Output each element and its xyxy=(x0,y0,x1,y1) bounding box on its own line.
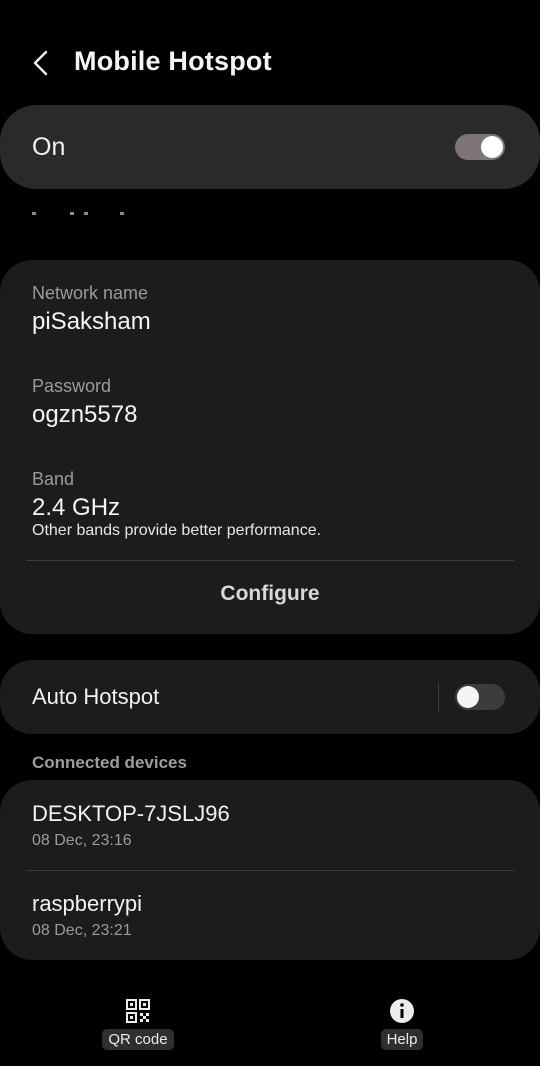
configure-button[interactable]: Configure xyxy=(0,566,540,626)
app-header: Mobile Hotspot xyxy=(0,34,540,94)
network-card: Network name piSaksham Password ogzn5578… xyxy=(0,260,540,634)
chevron-left-icon xyxy=(33,50,48,76)
back-button[interactable] xyxy=(22,44,62,84)
password-label: Password xyxy=(32,376,112,396)
device-name: raspberrypi xyxy=(32,891,143,916)
qr-code-icon xyxy=(126,999,150,1023)
auto-hotspot-toggle[interactable] xyxy=(455,684,505,710)
master-toggle[interactable] xyxy=(455,134,505,160)
device-name: DESKTOP-7JSLJ96 xyxy=(32,801,230,826)
qr-code-label: QR code xyxy=(102,1029,174,1050)
help-button[interactable]: Help xyxy=(378,998,426,1050)
band-label: Band xyxy=(32,469,75,489)
master-switch-row[interactable]: On xyxy=(0,105,540,189)
qr-code-button[interactable]: QR code xyxy=(100,998,176,1050)
device-timestamp: 08 Dec, 23:16 xyxy=(32,832,132,849)
network-name-label: Network name xyxy=(32,283,149,303)
info-circle-icon xyxy=(390,999,414,1023)
auto-hotspot-label: Auto Hotspot xyxy=(32,684,160,709)
connected-devices-card: DESKTOP-7JSLJ96 08 Dec, 23:16 raspberryp… xyxy=(0,780,540,960)
device-timestamp: 08 Dec, 23:21 xyxy=(32,922,132,939)
auto-hotspot-row[interactable]: Auto Hotspot xyxy=(0,660,540,734)
toggle-knob xyxy=(457,686,479,708)
band-value: 2.4 GHz xyxy=(32,494,121,521)
master-switch-label: On xyxy=(32,133,66,161)
page-title: Mobile Hotspot xyxy=(74,46,272,76)
connected-devices-header: Connected devices xyxy=(32,753,187,772)
band-hint: Other bands provide better performance. xyxy=(32,522,322,539)
toggle-knob xyxy=(481,136,503,158)
divider xyxy=(26,870,514,871)
network-name-value: piSaksham xyxy=(32,308,151,335)
password-value: ogzn5578 xyxy=(32,401,138,428)
divider xyxy=(26,560,514,561)
bottom-action-bar: QR code Help xyxy=(0,992,540,1066)
help-label: Help xyxy=(380,1029,424,1050)
scrolled-text-fragment xyxy=(32,200,232,216)
screen: Mobile Hotspot On Network name piSaksham… xyxy=(0,0,540,1066)
vertical-divider xyxy=(438,682,439,712)
